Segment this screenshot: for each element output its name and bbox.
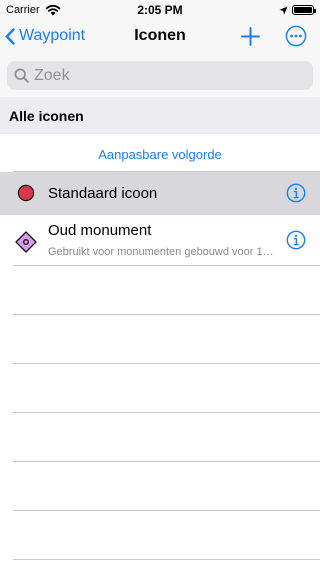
row-separator xyxy=(13,510,320,511)
list-item-default-icon[interactable]: Standaard icoon xyxy=(0,172,320,215)
list-item-title: Standaard icoon xyxy=(48,185,158,202)
battery-icon xyxy=(292,5,316,15)
custom-order-row: Aanpasbare volgorde xyxy=(0,134,320,172)
status-bar: Carrier 2:05 PM xyxy=(0,0,320,20)
search-icon xyxy=(14,68,29,83)
battery-level xyxy=(294,7,312,13)
plus-icon[interactable] xyxy=(240,26,261,47)
more-icon[interactable] xyxy=(285,25,307,47)
list-item-subtitle: Gebruikt voor monumenten gebouwd voor 18… xyxy=(48,246,276,258)
row-separator xyxy=(13,559,320,560)
row-separator xyxy=(13,461,320,462)
row-separator xyxy=(13,412,320,413)
section-header: Alle iconen xyxy=(0,97,320,134)
status-time: 2:05 PM xyxy=(137,3,183,17)
location-arrow-icon xyxy=(279,5,288,15)
search-area xyxy=(0,53,320,97)
monument-diamond-icon xyxy=(15,231,37,253)
row-separator xyxy=(13,264,320,265)
info-icon[interactable] xyxy=(286,183,306,203)
info-icon[interactable] xyxy=(286,230,306,250)
section-title: Alle iconen xyxy=(9,108,84,124)
navigation-bar: Waypoint Iconen xyxy=(0,20,320,53)
list-item-title: Oud monument xyxy=(48,222,152,239)
list-item-monument[interactable]: Oud monument Gebruikt voor monumenten ge… xyxy=(0,215,320,265)
red-circle-icon xyxy=(17,184,35,202)
custom-order-button[interactable]: Aanpasbare volgorde xyxy=(0,147,320,162)
status-right xyxy=(279,4,316,16)
search-bar[interactable] xyxy=(7,61,313,90)
page-title: Iconen xyxy=(134,27,186,44)
row-separator xyxy=(13,363,320,364)
row-separator xyxy=(13,314,320,315)
search-input[interactable] xyxy=(34,66,294,85)
